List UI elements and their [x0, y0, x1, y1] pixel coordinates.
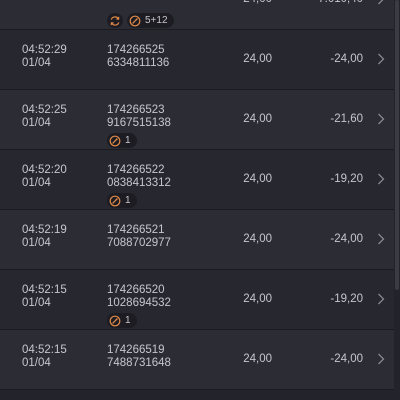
chevron-right-icon[interactable] [376, 352, 386, 366]
status-badge: 1 [107, 193, 137, 208]
list-item[interactable]: 04:52:25 01/04 174266523 9167515138 24,00 -21… [0, 90, 400, 150]
quantity: 24,00 [243, 113, 272, 125]
time-text: 04:52:25 [22, 104, 67, 116]
status-badge [107, 13, 123, 28]
transaction-id: 174266520 1028694532 [107, 284, 171, 310]
badge-group: 1 [107, 133, 137, 148]
transaction-id: 174266521 7088702977 [107, 224, 171, 250]
transaction-id: 174266525 6334811136 [107, 44, 169, 70]
refresh-icon [109, 15, 121, 27]
id-line-2: 6334811136 [107, 57, 170, 69]
date-text: 01/04 [22, 177, 51, 189]
tag-icon [129, 15, 141, 27]
id-line-2: 7088702977 [107, 237, 171, 249]
quantity: 24,00 [232, 0, 272, 5]
timestamp: 04:52:20 01/04 [22, 164, 67, 190]
id-line-1: 174266522 [107, 164, 165, 176]
chevron-right-icon[interactable] [376, 292, 386, 306]
time-text: 04:52:15 [22, 284, 67, 296]
status-badge: 5+12 [127, 13, 174, 28]
badge-count: 5+12 [145, 15, 168, 26]
id-line-1: 174266525 [107, 44, 165, 56]
id-line-1: 174266521 [107, 224, 165, 236]
quantity: 24,00 [243, 353, 272, 365]
quantity: 24,00 [243, 53, 272, 65]
quantity: 24,00 [243, 173, 272, 185]
id-line-1: 174266519 [107, 344, 165, 356]
quantity: 24,00 [243, 293, 272, 305]
id-line-1: 174266520 [107, 284, 165, 296]
quantity: 24,00 [243, 233, 272, 245]
list-item[interactable]: 04:52:29 01/04 174266525 6334811136 24,00 -24… [0, 30, 400, 90]
list-item[interactable]: 04:52:20 01/04 174266522 0838413312 24,00 -19… [0, 150, 400, 210]
date-text: 01/04 [22, 237, 51, 249]
timestamp: 04:52:15 01/04 [22, 284, 67, 310]
transaction-list: 01/04900222004424,007.010,405+1204:52:29… [0, 0, 400, 390]
time-text: 04:52:19 [22, 224, 67, 236]
chevron-right-icon[interactable] [376, 52, 386, 66]
date-text: 01/04 [22, 117, 51, 129]
amount: -24,00 [330, 233, 363, 245]
tag-icon [109, 135, 121, 147]
list-item[interactable]: 04:52:15 01/04 174266520 1028694532 24,00 -19… [0, 270, 400, 330]
time-text: 04:52:29 [22, 44, 67, 56]
amount: -24,00 [330, 353, 363, 365]
badge-count: 1 [125, 315, 131, 326]
badge-count: 1 [125, 195, 131, 206]
amount: -19,20 [330, 293, 363, 305]
scrollbar-thumb[interactable] [395, 0, 399, 290]
amount: -24,00 [330, 53, 363, 65]
chevron-right-icon[interactable] [376, 0, 386, 6]
id-line-2: 9167515138 [107, 117, 171, 129]
time-text: 04:52:15 [22, 344, 67, 356]
time-text: 04:52:20 [22, 164, 67, 176]
id-line-2: 1028694532 [107, 297, 171, 309]
list-item[interactable]: 04:52:15 01/04 174266519 7488731648 24,00 -24… [0, 330, 400, 390]
timestamp: 04:52:19 01/04 [22, 224, 67, 250]
timestamp: 04:52:15 01/04 [22, 344, 67, 370]
status-badge: 1 [107, 133, 137, 148]
chevron-right-icon[interactable] [376, 172, 386, 186]
amount: -19,20 [330, 173, 363, 185]
transaction-id: 174266522 0838413312 [107, 164, 171, 190]
id-line-2: 0838413312 [107, 177, 171, 189]
chevron-right-icon[interactable] [376, 232, 386, 246]
chevron-right-icon[interactable] [376, 112, 386, 126]
status-badge: 1 [107, 313, 137, 328]
id-line-2: 7488731648 [107, 357, 171, 369]
date-text: 01/04 [22, 57, 51, 69]
transaction-id: 174266519 7488731648 [107, 344, 171, 370]
tag-icon [109, 195, 121, 207]
date-text: 01/04 [22, 357, 51, 369]
badge-group: 1 [107, 313, 137, 328]
badge-group: 1 [107, 193, 137, 208]
timestamp: 04:52:25 01/04 [22, 104, 67, 130]
amount: -21,60 [330, 113, 363, 125]
scrollbar[interactable] [394, 0, 400, 400]
badge-count: 1 [125, 135, 131, 146]
badge-group: 5+12 [107, 13, 174, 28]
list-item[interactable]: 04:52:19 01/04 174266521 7088702977 24,00 -24… [0, 210, 400, 270]
list-item[interactable]: 01/04900222004424,007.010,405+12 [0, 0, 400, 30]
tag-icon [109, 315, 121, 327]
transaction-id: 174266523 9167515138 [107, 104, 171, 130]
timestamp: 04:52:29 01/04 [22, 44, 67, 70]
date-text: 01/04 [22, 297, 51, 309]
amount: 7.010,40 [318, 0, 363, 5]
id-line-1: 174266523 [107, 104, 165, 116]
